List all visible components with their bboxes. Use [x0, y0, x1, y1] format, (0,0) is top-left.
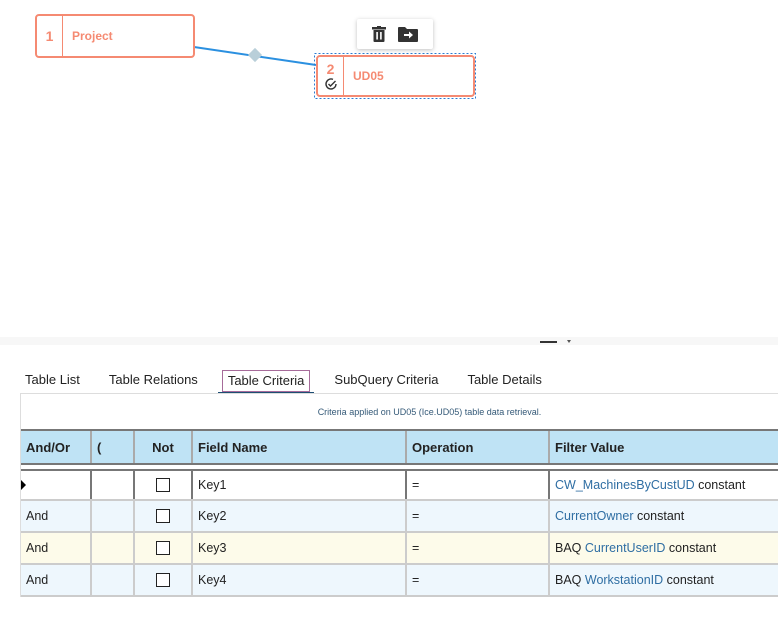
- col-header-andor[interactable]: And/Or: [21, 431, 92, 463]
- filter-suffix: constant: [694, 478, 746, 492]
- trash-icon[interactable]: [372, 26, 386, 42]
- filter-value-cell[interactable]: CW_MachinesByCustUD constant: [550, 471, 778, 499]
- field-name-cell[interactable]: Key3: [193, 533, 407, 563]
- not-cell: [135, 533, 193, 563]
- field-name-cell[interactable]: Key4: [193, 565, 407, 595]
- not-checkbox[interactable]: [156, 478, 170, 492]
- node-number: 2: [326, 61, 335, 77]
- filter-prefix: BAQ: [555, 573, 585, 587]
- check-circle-icon: [324, 78, 337, 90]
- operation-cell[interactable]: =: [407, 471, 550, 499]
- paren-cell[interactable]: [92, 533, 135, 563]
- filter-value-cell[interactable]: BAQ CurrentUserID constant: [550, 533, 778, 563]
- not-checkbox[interactable]: [156, 573, 170, 587]
- filter-value-link[interactable]: CW_MachinesByCustUD: [555, 478, 695, 492]
- filter-value-link[interactable]: CurrentOwner: [555, 509, 634, 523]
- splitter-handle-icon: [540, 341, 557, 343]
- node-label: UD05: [353, 69, 384, 83]
- paren-cell[interactable]: [92, 501, 135, 531]
- filter-value-cell[interactable]: CurrentOwner constant: [550, 501, 778, 531]
- operation-cell[interactable]: =: [407, 565, 550, 595]
- node-number: 1: [37, 16, 63, 56]
- table-row[interactable]: And Key2 = CurrentOwner constant: [21, 501, 778, 533]
- not-checkbox[interactable]: [156, 509, 170, 523]
- node-toolbar: [357, 19, 433, 49]
- andor-cell[interactable]: And: [21, 533, 92, 563]
- operation-cell[interactable]: =: [407, 533, 550, 563]
- tab-table-relations[interactable]: Table Relations: [104, 370, 203, 392]
- criteria-caption: Criteria applied on UD05 (Ice.UD05) tabl…: [21, 393, 778, 429]
- table-row[interactable]: And Key3 = BAQ CurrentUserID constant: [21, 533, 778, 565]
- col-header-operation[interactable]: Operation: [407, 431, 550, 463]
- field-name-cell[interactable]: Key1: [193, 471, 407, 499]
- not-checkbox[interactable]: [156, 541, 170, 555]
- filter-suffix: constant: [633, 509, 685, 523]
- andor-cell[interactable]: And: [21, 565, 92, 595]
- table-node-project[interactable]: 1 Project: [35, 14, 195, 58]
- filter-value-cell[interactable]: BAQ WorkstationID constant: [550, 565, 778, 595]
- relation-diamond-icon: [247, 47, 263, 63]
- col-header-filter-value[interactable]: Filter Value: [550, 431, 778, 463]
- not-cell: [135, 501, 193, 531]
- paren-cell[interactable]: [92, 471, 135, 499]
- filter-value-link[interactable]: WorkstationID: [585, 573, 663, 587]
- grid-header: And/Or ( Not Field Name Operation Filter…: [21, 429, 778, 465]
- filter-prefix: BAQ: [555, 541, 585, 555]
- andor-cell[interactable]: [21, 471, 92, 499]
- filter-value-link[interactable]: CurrentUserID: [585, 541, 666, 555]
- filter-suffix: constant: [663, 573, 714, 587]
- tab-bar: Table List Table Relations Table Criteri…: [20, 370, 566, 394]
- tab-table-details[interactable]: Table Details: [462, 370, 546, 392]
- not-cell: [135, 471, 193, 499]
- tab-table-list[interactable]: Table List: [20, 370, 85, 392]
- table-row[interactable]: Key1 = CW_MachinesByCustUD constant: [21, 469, 778, 501]
- move-to-folder-icon[interactable]: [398, 26, 418, 42]
- not-cell: [135, 565, 193, 595]
- col-header-paren[interactable]: (: [92, 431, 135, 463]
- panel-splitter[interactable]: [0, 337, 778, 345]
- tab-subquery-criteria[interactable]: SubQuery Criteria: [329, 370, 443, 392]
- table-row[interactable]: And Key4 = BAQ WorkstationID constant: [21, 565, 778, 597]
- col-header-field-name[interactable]: Field Name: [193, 431, 407, 463]
- row-selector-icon: [21, 480, 26, 490]
- node-label: Project: [72, 29, 113, 43]
- tab-table-criteria[interactable]: Table Criteria: [217, 370, 314, 394]
- col-header-not[interactable]: Not: [135, 431, 193, 463]
- andor-cell[interactable]: And: [21, 501, 92, 531]
- table-node-ud05[interactable]: 2 UD05: [316, 55, 475, 97]
- field-name-cell[interactable]: Key2: [193, 501, 407, 531]
- filter-suffix: constant: [665, 541, 717, 555]
- paren-cell[interactable]: [92, 565, 135, 595]
- caret-down-icon: [567, 340, 571, 343]
- operation-cell[interactable]: =: [407, 501, 550, 531]
- criteria-grid: Criteria applied on UD05 (Ice.UD05) tabl…: [20, 393, 778, 597]
